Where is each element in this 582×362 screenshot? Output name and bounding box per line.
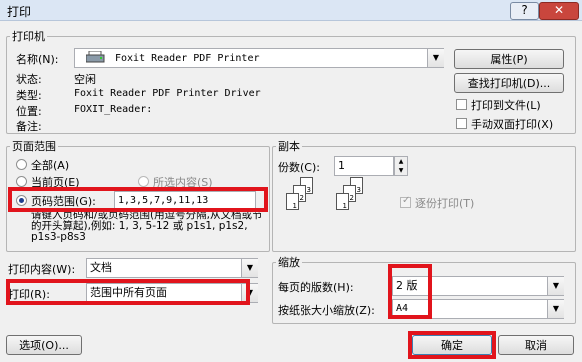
printer-dropdown-arrow[interactable]: ▼ — [427, 49, 444, 67]
zoom-group-label: 缩放 — [276, 254, 302, 270]
manual-duplex-checkbox[interactable] — [456, 118, 467, 129]
type-value: Foxit Reader PDF Printer Driver — [74, 88, 261, 99]
options-button[interactable]: 选项(O)... — [6, 335, 82, 355]
print-what-select[interactable]: 文档 — [86, 258, 258, 278]
scale-dropdown-arrow[interactable]: ▼ — [547, 300, 564, 318]
window-title: 打印 — [7, 5, 32, 19]
all-pages-radio[interactable] — [16, 159, 27, 170]
page-range-highlight — [8, 187, 268, 212]
copies-count-label: 份数(C): — [278, 161, 320, 174]
page-range-hint: 请键入页码和/或页码范围(用逗号分隔,从文档或节的开头算起),例如: 1, 3,… — [31, 209, 263, 243]
status-label: 状态: — [16, 73, 42, 86]
properties-button[interactable]: 属性(P) — [454, 49, 564, 69]
selection-radio[interactable] — [138, 176, 149, 187]
type-label: 类型: — [16, 89, 42, 102]
zoom-highlight — [388, 264, 432, 319]
print-what-label: 打印内容(W): — [8, 263, 76, 276]
pages-per-sheet-dropdown-arrow[interactable]: ▼ — [547, 277, 564, 295]
printer-select-value: Foxit Reader PDF Printer — [115, 53, 260, 64]
page-range-group-label: 页面范围 — [10, 138, 58, 154]
cancel-button[interactable]: 取消 — [498, 335, 574, 355]
print-highlight — [6, 279, 250, 305]
location-label: 位置: — [16, 105, 42, 118]
scale-label: 按纸张大小缩放(Z): — [278, 304, 375, 317]
collate-checkbox[interactable]: ✓ — [400, 195, 411, 208]
help-button[interactable]: ? — [510, 2, 539, 20]
manual-duplex-label: 手动双面打印(X) — [471, 118, 554, 131]
printer-name-label: 名称(N): — [16, 53, 59, 66]
close-button[interactable]: ✕ — [539, 2, 579, 20]
title-bar — [0, 0, 582, 21]
copies-spinner[interactable]: ▲ ▼ — [394, 156, 408, 176]
all-pages-label: 全部(A) — [31, 159, 70, 172]
copies-count-input[interactable]: 1 — [334, 156, 394, 176]
pages-per-sheet-label: 每页的版数(H): — [278, 281, 354, 294]
print-what-dropdown-arrow[interactable]: ▼ — [241, 259, 258, 277]
print-to-file-label: 打印到文件(L) — [471, 99, 541, 112]
print-to-file-checkbox[interactable] — [456, 99, 467, 110]
ok-highlight — [408, 331, 496, 359]
copies-group-label: 副本 — [276, 138, 302, 154]
status-value: 空闲 — [74, 73, 96, 86]
find-printer-button[interactable]: 查找打印机(D)... — [454, 73, 564, 93]
collate-label: 逐份打印(T) — [415, 197, 475, 210]
current-page-radio[interactable] — [16, 176, 27, 187]
printer-icon — [85, 50, 106, 64]
collate-icon-1: 3 2 1 — [286, 177, 322, 221]
comment-label: 备注: — [16, 120, 42, 133]
printer-group-label: 打印机 — [10, 28, 47, 44]
location-value: FOXIT_Reader: — [74, 104, 153, 115]
printer-select[interactable]: Foxit Reader PDF Printer — [74, 48, 444, 68]
collate-icon-2: 3 2 1 — [336, 177, 372, 221]
